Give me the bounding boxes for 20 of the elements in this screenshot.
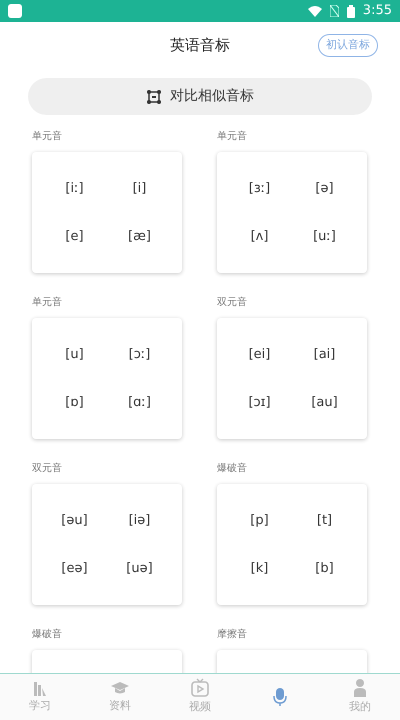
compare-icon [146,88,162,104]
no-sim-icon [330,5,339,17]
group-label: 单元音 [217,130,248,144]
group-label: 双元音 [32,462,63,476]
group-label: 爆破音 [32,628,63,642]
tv-icon [190,678,210,698]
battery-icon [346,4,355,18]
app-icon [8,4,22,18]
group-label: 摩擦音 [217,628,248,642]
group-label: 单元音 [32,130,63,144]
compare-button[interactable]: 对比相似音标 [28,78,372,115]
wifi-icon [308,6,322,16]
clock: 3:55 [362,2,392,20]
person-icon [352,678,368,698]
group-label: 双元音 [217,296,248,310]
books-icon [31,679,49,698]
group-label: 爆破音 [217,462,248,476]
group-label: 单元音 [32,296,63,310]
microphone-icon [272,687,288,707]
page-title: 英语音标 [170,34,230,56]
